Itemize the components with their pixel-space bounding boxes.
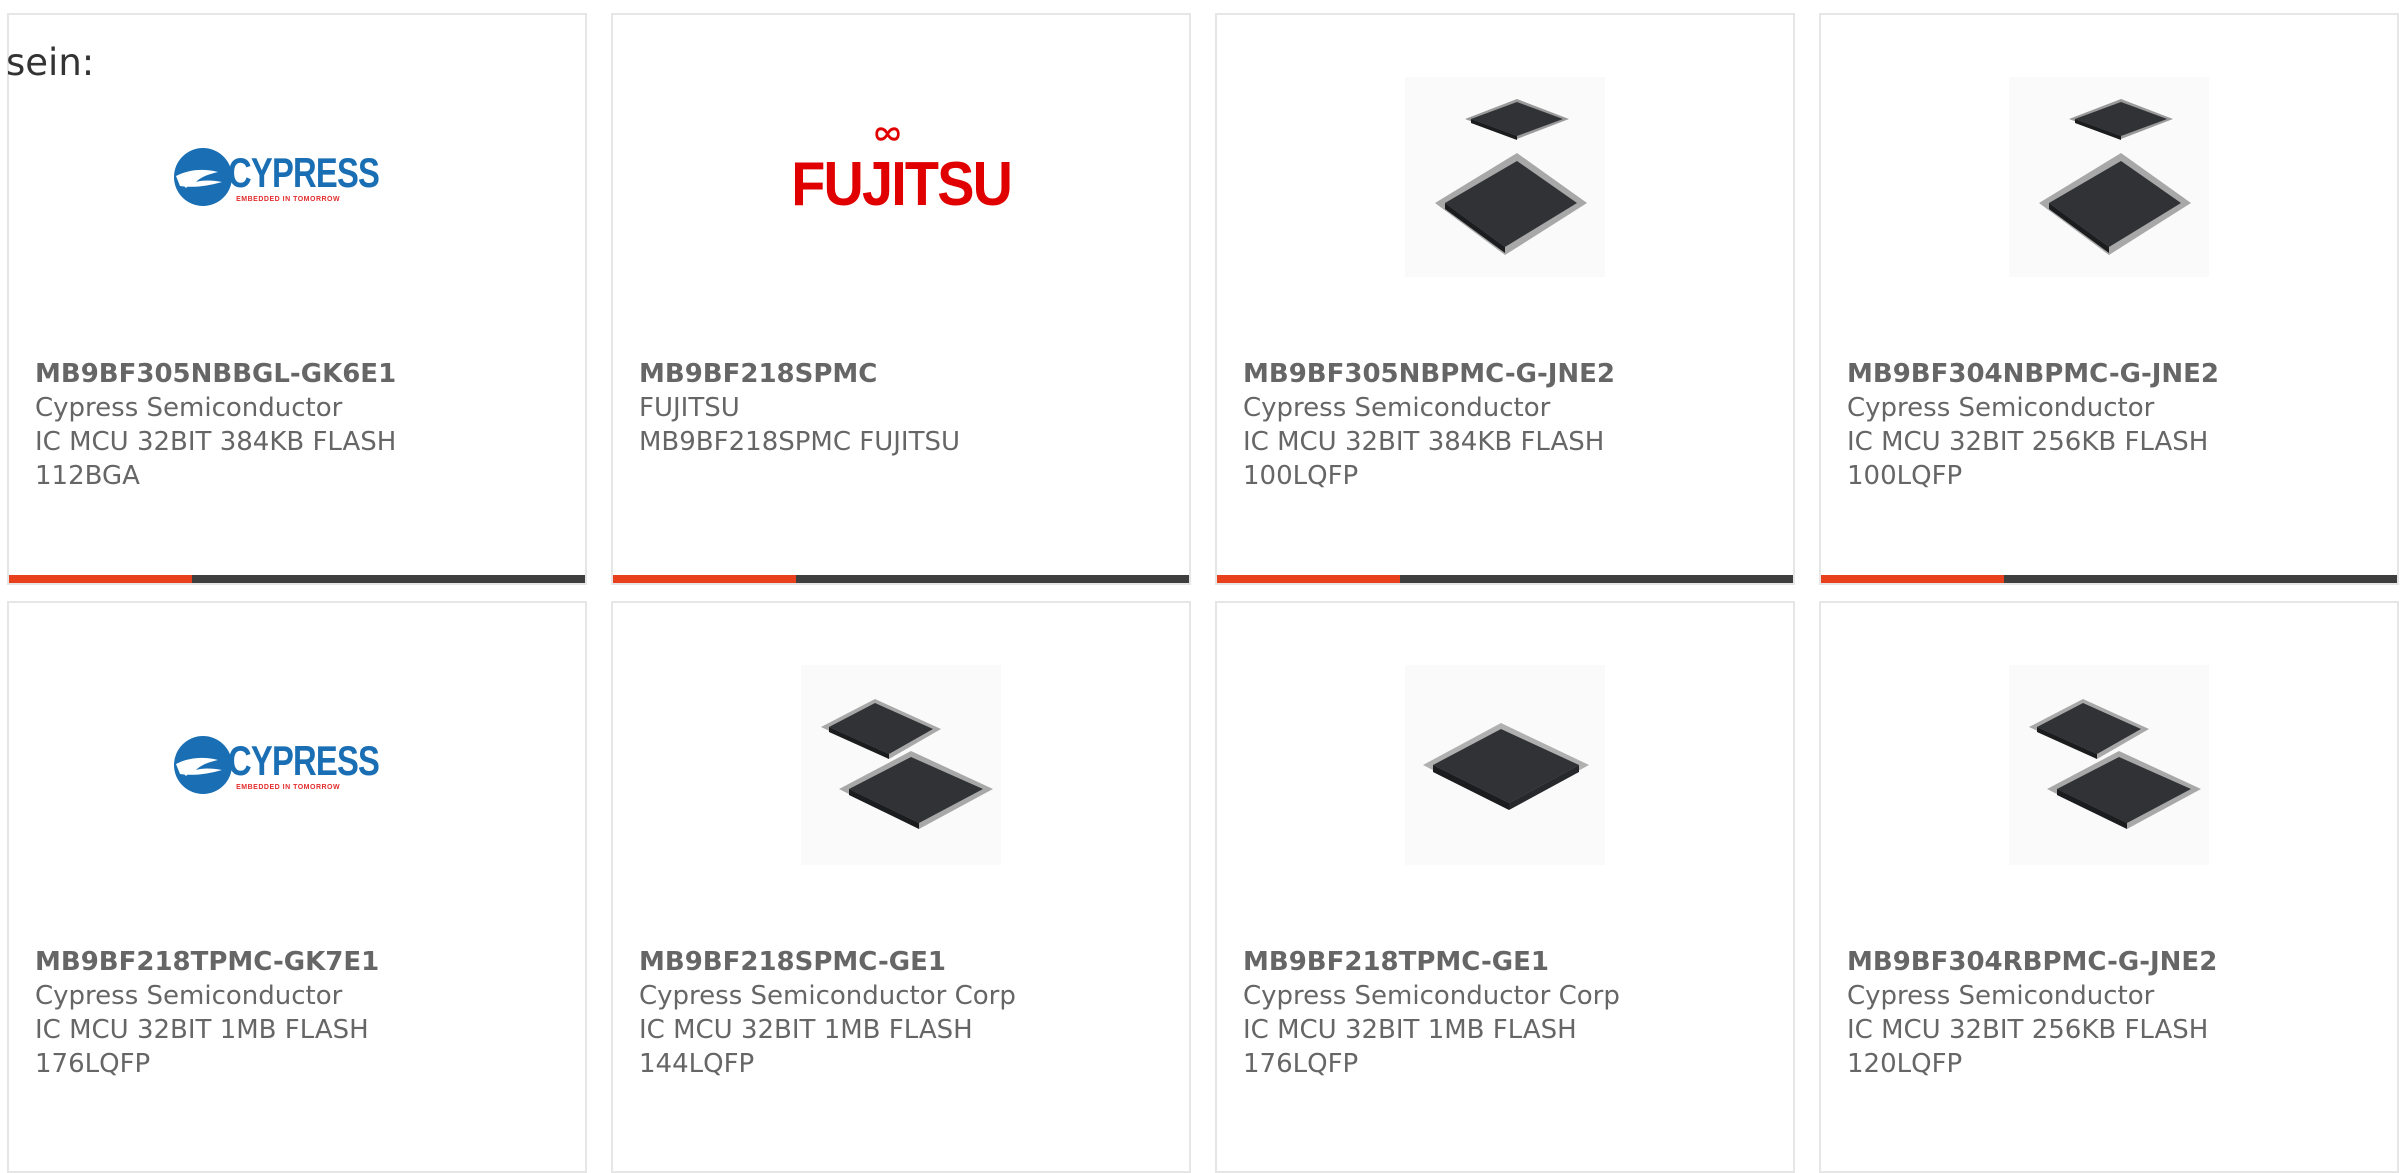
cypress-logo: CYPRESS EMBEDDED IN TOMORROW — [172, 734, 422, 796]
product-card[interactable]: MB9BF305NBPMC-G-JNE2 Cypress Semiconduct… — [1215, 13, 1795, 585]
card-accent-segment — [1821, 575, 2004, 583]
fujitsu-logo-name: FUJITSU — [791, 149, 1013, 219]
description: IC MCU 32BIT 384KB FLASH 112BGA — [35, 427, 397, 491]
description: IC MCU 32BIT 1MB FLASH 144LQFP — [639, 1015, 973, 1079]
card-accent-segment — [9, 575, 192, 583]
cypress-logo-icon — [174, 148, 233, 206]
part-number[interactable]: MB9BF218TPMC-GE1 — [1243, 945, 1777, 979]
product-grid: CYPRESS EMBEDDED IN TOMORROW MB9BF305NBB… — [7, 13, 2400, 1173]
product-card[interactable]: MB9BF218TPMC-GE1 Cypress Semiconductor C… — [1215, 601, 1795, 1173]
card-accent-segment — [1217, 575, 1400, 583]
part-number[interactable]: MB9BF218SPMC-GE1 — [639, 945, 1173, 979]
ic-chip-icon — [1405, 665, 1605, 865]
product-card[interactable]: FUJITSU MB9BF218SPMC FUJITSU MB9BF218SPM… — [611, 13, 1191, 585]
manufacturer: Cypress Semiconductor Corp — [1243, 981, 1620, 1011]
manufacturer: Cypress Semiconductor — [1847, 393, 2155, 423]
product-image[interactable]: CYPRESS EMBEDDED IN TOMORROW — [9, 77, 585, 277]
description: IC MCU 32BIT 256KB FLASH 100LQFP — [1847, 427, 2209, 491]
product-image[interactable]: CYPRESS EMBEDDED IN TOMORROW — [9, 665, 585, 865]
product-image[interactable] — [1217, 77, 1793, 277]
description: IC MCU 32BIT 384KB FLASH 100LQFP — [1243, 427, 1605, 491]
product-image[interactable] — [1821, 665, 2397, 865]
part-number[interactable]: MB9BF218TPMC-GK7E1 — [35, 945, 569, 979]
description: IC MCU 32BIT 1MB FLASH 176LQFP — [1243, 1015, 1577, 1079]
card-accent-segment — [613, 575, 796, 583]
part-number[interactable]: MB9BF304RBPMC-G-JNE2 — [1847, 945, 2381, 979]
ic-chip-icon — [801, 665, 1001, 865]
product-card[interactable]: MB9BF304NBPMC-G-JNE2 Cypress Semiconduct… — [1819, 13, 2399, 585]
ic-chip-icon — [2009, 665, 2209, 865]
manufacturer: Cypress Semiconductor — [35, 981, 343, 1011]
manufacturer: Cypress Semiconductor — [1243, 393, 1551, 423]
product-card[interactable]: MB9BF304RBPMC-G-JNE2 Cypress Semiconduct… — [1819, 601, 2399, 1173]
manufacturer: Cypress Semiconductor — [1847, 981, 2155, 1011]
part-number[interactable]: MB9BF305NBPMC-G-JNE2 — [1243, 357, 1777, 391]
manufacturer: Cypress Semiconductor Corp — [639, 981, 1016, 1011]
cypress-logo-name: CYPRESS — [228, 736, 380, 784]
product-image[interactable]: FUJITSU — [613, 77, 1189, 277]
product-card[interactable]: MB9BF218SPMC-GE1 Cypress Semiconductor C… — [611, 601, 1191, 1173]
card-accent-bar — [1821, 575, 2397, 583]
manufacturer: Cypress Semiconductor — [35, 393, 343, 423]
cypress-logo: CYPRESS EMBEDDED IN TOMORROW — [172, 146, 422, 208]
fujitsu-logo: FUJITSU — [791, 126, 1013, 220]
ic-chip-icon — [1405, 77, 1605, 277]
part-number[interactable]: MB9BF305NBBGL-GK6E1 — [35, 357, 569, 391]
cypress-logo-tagline: EMBEDDED IN TOMORROW — [236, 783, 341, 791]
ic-chip-icon — [2009, 77, 2209, 277]
description: MB9BF218SPMC FUJITSU — [639, 427, 961, 457]
manufacturer: FUJITSU — [639, 393, 740, 423]
intro-text: sein: — [6, 41, 95, 84]
card-accent-bar — [613, 575, 1189, 583]
card-accent-bar — [9, 575, 585, 583]
product-image[interactable] — [1821, 77, 2397, 277]
description: IC MCU 32BIT 1MB FLASH 176LQFP — [35, 1015, 369, 1079]
product-card[interactable]: CYPRESS EMBEDDED IN TOMORROW MB9BF218TPM… — [7, 601, 587, 1173]
part-number[interactable]: MB9BF304NBPMC-G-JNE2 — [1847, 357, 2381, 391]
cypress-logo-icon — [174, 736, 233, 794]
cypress-logo-name: CYPRESS — [228, 148, 380, 196]
product-image[interactable] — [613, 665, 1189, 865]
product-image[interactable] — [1217, 665, 1793, 865]
part-number[interactable]: MB9BF218SPMC — [639, 357, 1173, 391]
description: IC MCU 32BIT 256KB FLASH 120LQFP — [1847, 1015, 2209, 1079]
product-card[interactable]: CYPRESS EMBEDDED IN TOMORROW MB9BF305NBB… — [7, 13, 587, 585]
card-accent-bar — [1217, 575, 1793, 583]
fujitsu-infinity-icon — [875, 126, 900, 141]
cypress-logo-tagline: EMBEDDED IN TOMORROW — [236, 195, 341, 203]
